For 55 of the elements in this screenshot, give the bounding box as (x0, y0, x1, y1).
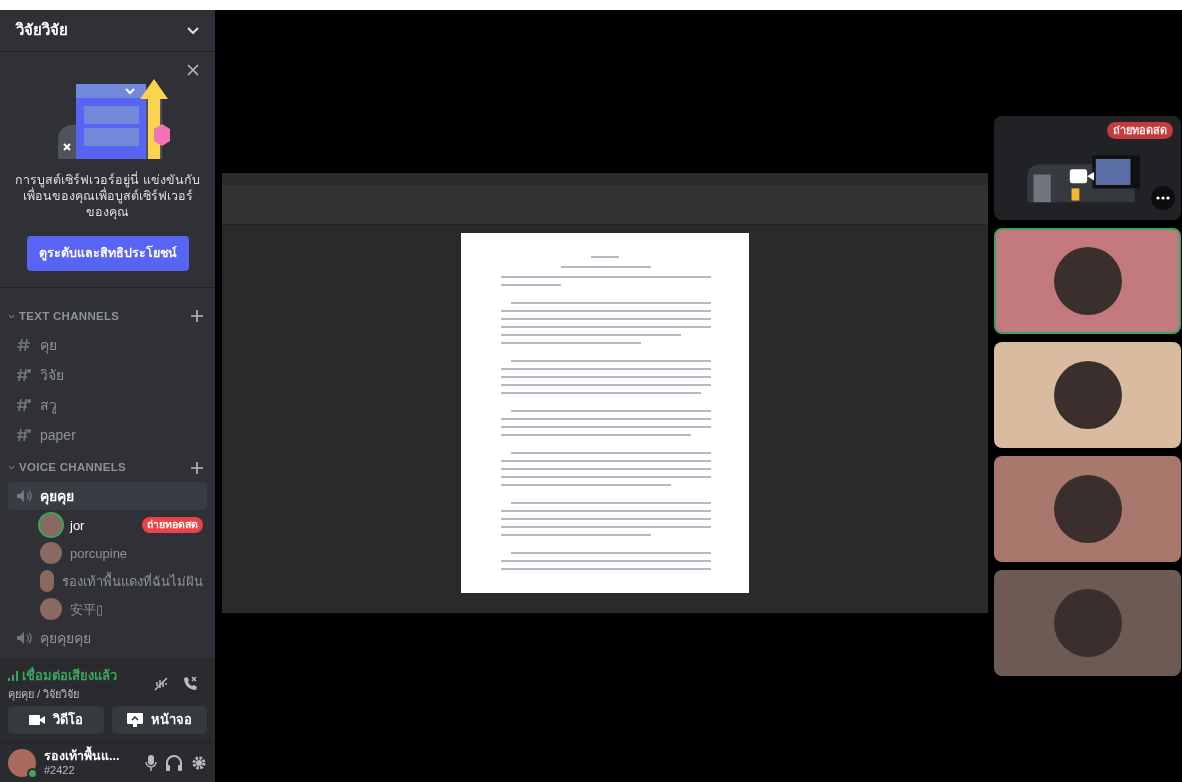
voice-user-name[interactable]: jor (70, 515, 134, 535)
close-icon[interactable] (187, 64, 199, 76)
noise-suppression-icon[interactable] (153, 676, 169, 692)
participant-tile[interactable] (994, 570, 1181, 676)
username: รองเท้าพื้นแ... (44, 748, 121, 763)
collapse-caret-icon[interactable] (8, 313, 15, 319)
chevron-down-icon[interactable] (187, 26, 199, 35)
speaker-icon (16, 631, 32, 646)
participant-tile[interactable] (994, 456, 1181, 562)
hash-icon (16, 337, 32, 353)
text-channel[interactable]: paper (8, 421, 207, 449)
settings-icon[interactable] (191, 754, 207, 771)
video-button[interactable]: วิดีโอ (8, 706, 104, 734)
category-header[interactable]: TEXT CHANNELS (19, 307, 120, 325)
monitor-icon (126, 713, 143, 727)
text-channel[interactable]: วิจัย (8, 361, 207, 389)
voice-user-name[interactable]: porcupine (70, 543, 203, 563)
online-status-icon (27, 767, 38, 779)
user-avatar[interactable] (8, 748, 36, 777)
participant-tile[interactable] (994, 342, 1181, 448)
add-icon[interactable] (191, 310, 203, 323)
hash-thread-icon (16, 367, 32, 383)
voice-status[interactable]: เชื่อมต่อเสียงแล้ว (22, 666, 117, 686)
voice-channel[interactable]: คุยคุยคุย (8, 624, 207, 653)
boost-description: การบูสต์เซิร์ฟเวอร์อยู่นี่ แข่งขันกับเพื่อนของคุณเพื่อบูสต์เซิร์ฟเวอร์ของคุณ (14, 172, 201, 220)
screen-share-button[interactable]: หน้าจอ (111, 706, 207, 734)
headphones-icon[interactable] (165, 753, 183, 772)
text-channel[interactable]: คุย (8, 331, 207, 359)
hash-thread-icon (16, 397, 32, 413)
more-options-icon[interactable] (1151, 186, 1175, 210)
voice-channel[interactable]: คุยคุย (8, 482, 207, 511)
add-icon[interactable] (191, 461, 203, 474)
voice-user-name[interactable]: 安平▯ (70, 599, 203, 619)
collapse-caret-icon[interactable] (8, 465, 15, 471)
text-channel[interactable]: สวู (8, 391, 207, 419)
user-avatar[interactable] (40, 542, 62, 565)
disconnect-icon[interactable] (181, 675, 199, 693)
voice-user-name[interactable]: รองเท้าพื้นแดงที่ฉันไม่ฝัน (62, 571, 203, 591)
participant-tile[interactable] (994, 228, 1181, 334)
server-name: วิจัยวิจัย (16, 20, 68, 41)
user-tag: #2422 (44, 762, 137, 777)
voice-location[interactable]: คุยคุย / วิจัยวิจัย (8, 685, 117, 702)
live-badge: ถ่ายทอดสด (142, 517, 203, 534)
category-header[interactable]: VOICE CHANNELS (19, 459, 126, 477)
user-avatar[interactable] (40, 598, 62, 621)
microphone-icon[interactable] (145, 753, 157, 772)
perks-button[interactable]: ดูระดับและสิทธิประโยชน์ (26, 236, 189, 271)
user-avatar[interactable] (40, 514, 62, 537)
speaker-icon (16, 489, 32, 504)
hash-thread-icon (16, 427, 32, 443)
stream-tile[interactable]: ถ่ายทอดสด (994, 116, 1181, 220)
live-badge: ถ่ายทอดสด (1107, 122, 1173, 139)
user-avatar[interactable] (40, 570, 54, 593)
signal-icon (8, 670, 18, 681)
camera-icon (28, 714, 45, 726)
